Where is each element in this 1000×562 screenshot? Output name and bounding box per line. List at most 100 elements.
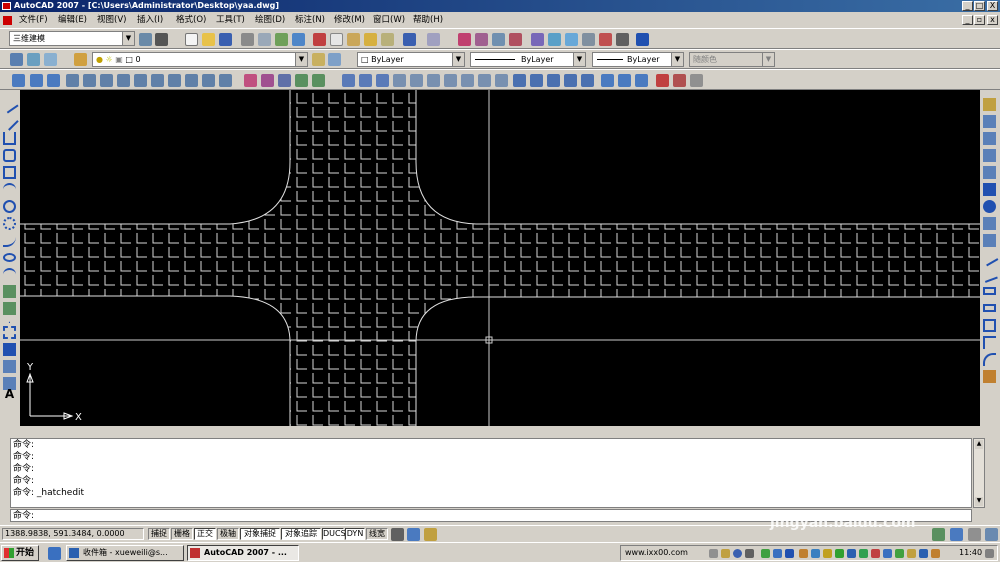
folder-icon[interactable] — [721, 549, 730, 558]
rotate-icon[interactable] — [983, 200, 996, 213]
task-outlook[interactable]: 收件箱 - xueweili@s... — [66, 545, 184, 561]
doc-close-button[interactable]: x — [987, 15, 998, 25]
explode-icon[interactable] — [983, 370, 996, 383]
box-icon[interactable] — [66, 74, 79, 87]
dyn-toggle[interactable]: DYN — [345, 528, 365, 540]
union-icon[interactable] — [342, 74, 355, 87]
menu-format[interactable]: 格式(O) — [176, 14, 206, 27]
lights-icon[interactable] — [673, 74, 686, 87]
region-icon[interactable] — [3, 360, 16, 373]
app-tray-icon-4[interactable] — [835, 549, 844, 558]
polysolid-icon[interactable] — [185, 74, 198, 87]
app-tray-icon-9[interactable] — [895, 549, 904, 558]
menu-window[interactable]: 窗口(W) — [373, 14, 405, 27]
redo-icon[interactable] — [427, 33, 440, 46]
lineweight-toggle[interactable]: 线宽 — [366, 528, 388, 540]
zoom-realtime-icon[interactable] — [475, 33, 488, 46]
pyramid-icon[interactable] — [168, 74, 181, 87]
arc-icon[interactable] — [3, 183, 16, 196]
app-tray-icon-8[interactable] — [883, 549, 892, 558]
hatch-icon[interactable] — [3, 326, 16, 339]
minimize-button[interactable]: _ — [962, 1, 973, 11]
cone-icon[interactable] — [100, 74, 113, 87]
app-tray-icon-7[interactable] — [871, 549, 880, 558]
app-tray-icon-11[interactable] — [919, 549, 928, 558]
clock[interactable]: 11:40 — [959, 548, 982, 557]
ucs-previous-icon[interactable] — [547, 74, 560, 87]
markup-icon[interactable] — [599, 33, 612, 46]
make-object-layer-current-icon[interactable] — [312, 53, 325, 66]
maximize-viewport-icon[interactable] — [424, 528, 437, 541]
new-icon[interactable] — [185, 33, 198, 46]
layer-match-icon[interactable] — [44, 53, 57, 66]
plot-preview-icon[interactable] — [258, 33, 271, 46]
linetype-select[interactable]: ByLayer ▼ — [470, 52, 586, 67]
network-icon[interactable] — [773, 549, 782, 558]
move-icon[interactable] — [983, 183, 996, 196]
lineweight-select[interactable]: ByLayer ▼ — [592, 52, 684, 67]
menu-tools[interactable]: 工具(T) — [216, 14, 245, 27]
doc-restore-button[interactable]: ▫ — [974, 15, 985, 25]
workspace-select[interactable]: 三维建模 ▼ — [9, 31, 135, 46]
constrained-orbit-icon[interactable] — [30, 74, 43, 87]
offset-icon[interactable] — [983, 149, 996, 162]
layer-previous-icon[interactable] — [27, 53, 40, 66]
annotation-scale-icon[interactable] — [407, 528, 420, 541]
help-tray-icon[interactable] — [733, 549, 742, 558]
lock-toolbar-icon[interactable] — [950, 528, 963, 541]
array-icon[interactable] — [983, 166, 996, 179]
security-icon[interactable] — [761, 549, 770, 558]
save-icon[interactable] — [219, 33, 232, 46]
section-plane-icon[interactable] — [478, 74, 491, 87]
road-edge-bottom-right[interactable] — [415, 296, 980, 426]
polar-toggle[interactable]: 极轴 — [217, 528, 239, 540]
torus-icon[interactable] — [151, 74, 164, 87]
extrude-icon[interactable] — [244, 74, 257, 87]
layer-select[interactable]: ● ☼ ▣ □ 0 ▼ — [92, 52, 308, 67]
ellipse-icon[interactable] — [3, 253, 16, 262]
render-icon[interactable] — [656, 74, 669, 87]
help-icon[interactable] — [636, 33, 649, 46]
construction-line-icon[interactable] — [0, 112, 19, 131]
workspace-lock-icon[interactable] — [155, 33, 168, 46]
maximize-button[interactable]: □ — [974, 1, 985, 11]
zoom-previous-icon[interactable] — [509, 33, 522, 46]
doc-minimize-button[interactable]: _ — [962, 15, 973, 25]
revolve-icon[interactable] — [295, 74, 308, 87]
undo-icon[interactable] — [403, 33, 416, 46]
gradient-icon[interactable] — [3, 343, 16, 356]
cut-icon[interactable] — [313, 33, 326, 46]
erase-icon[interactable] — [983, 98, 996, 111]
properties-icon[interactable] — [531, 33, 544, 46]
snap-toggle[interactable]: 捕捉 — [148, 528, 170, 540]
3d-align-icon[interactable] — [427, 74, 440, 87]
planar-surface-icon[interactable] — [219, 74, 232, 87]
hatch-pattern[interactable] — [20, 90, 980, 426]
calculator-icon[interactable] — [616, 33, 629, 46]
publish-icon[interactable] — [275, 33, 288, 46]
orbit-icon[interactable] — [12, 74, 25, 87]
menu-modify[interactable]: 修改(M) — [334, 14, 365, 27]
join-icon[interactable] — [983, 319, 996, 332]
ortho-toggle[interactable]: 正交 — [194, 528, 216, 540]
copy-object-icon[interactable] — [983, 115, 996, 128]
make-block-icon[interactable] — [3, 302, 16, 315]
menu-dimension[interactable]: 标注(N) — [295, 14, 325, 27]
slice-icon[interactable] — [461, 74, 474, 87]
3d-rotate-icon[interactable] — [410, 74, 423, 87]
stretch-icon[interactable] — [983, 234, 996, 247]
menu-draw[interactable]: 绘图(D) — [255, 14, 285, 27]
ucs-world-icon[interactable] — [530, 74, 543, 87]
road-edge-top-right[interactable] — [415, 90, 980, 225]
app-tray-icon-12[interactable] — [931, 549, 940, 558]
menu-help[interactable]: 帮助(H) — [413, 14, 443, 27]
volume-icon[interactable] — [745, 549, 754, 558]
ime-icon[interactable] — [785, 549, 794, 558]
workspace-settings-icon[interactable] — [139, 33, 152, 46]
3d-dwf-icon[interactable] — [292, 33, 305, 46]
scroll-up-icon[interactable]: ▲ — [975, 440, 983, 449]
circle-icon[interactable] — [3, 200, 16, 213]
free-orbit-icon[interactable] — [47, 74, 60, 87]
pan-icon[interactable] — [458, 33, 471, 46]
model-space-icon[interactable] — [391, 528, 404, 541]
